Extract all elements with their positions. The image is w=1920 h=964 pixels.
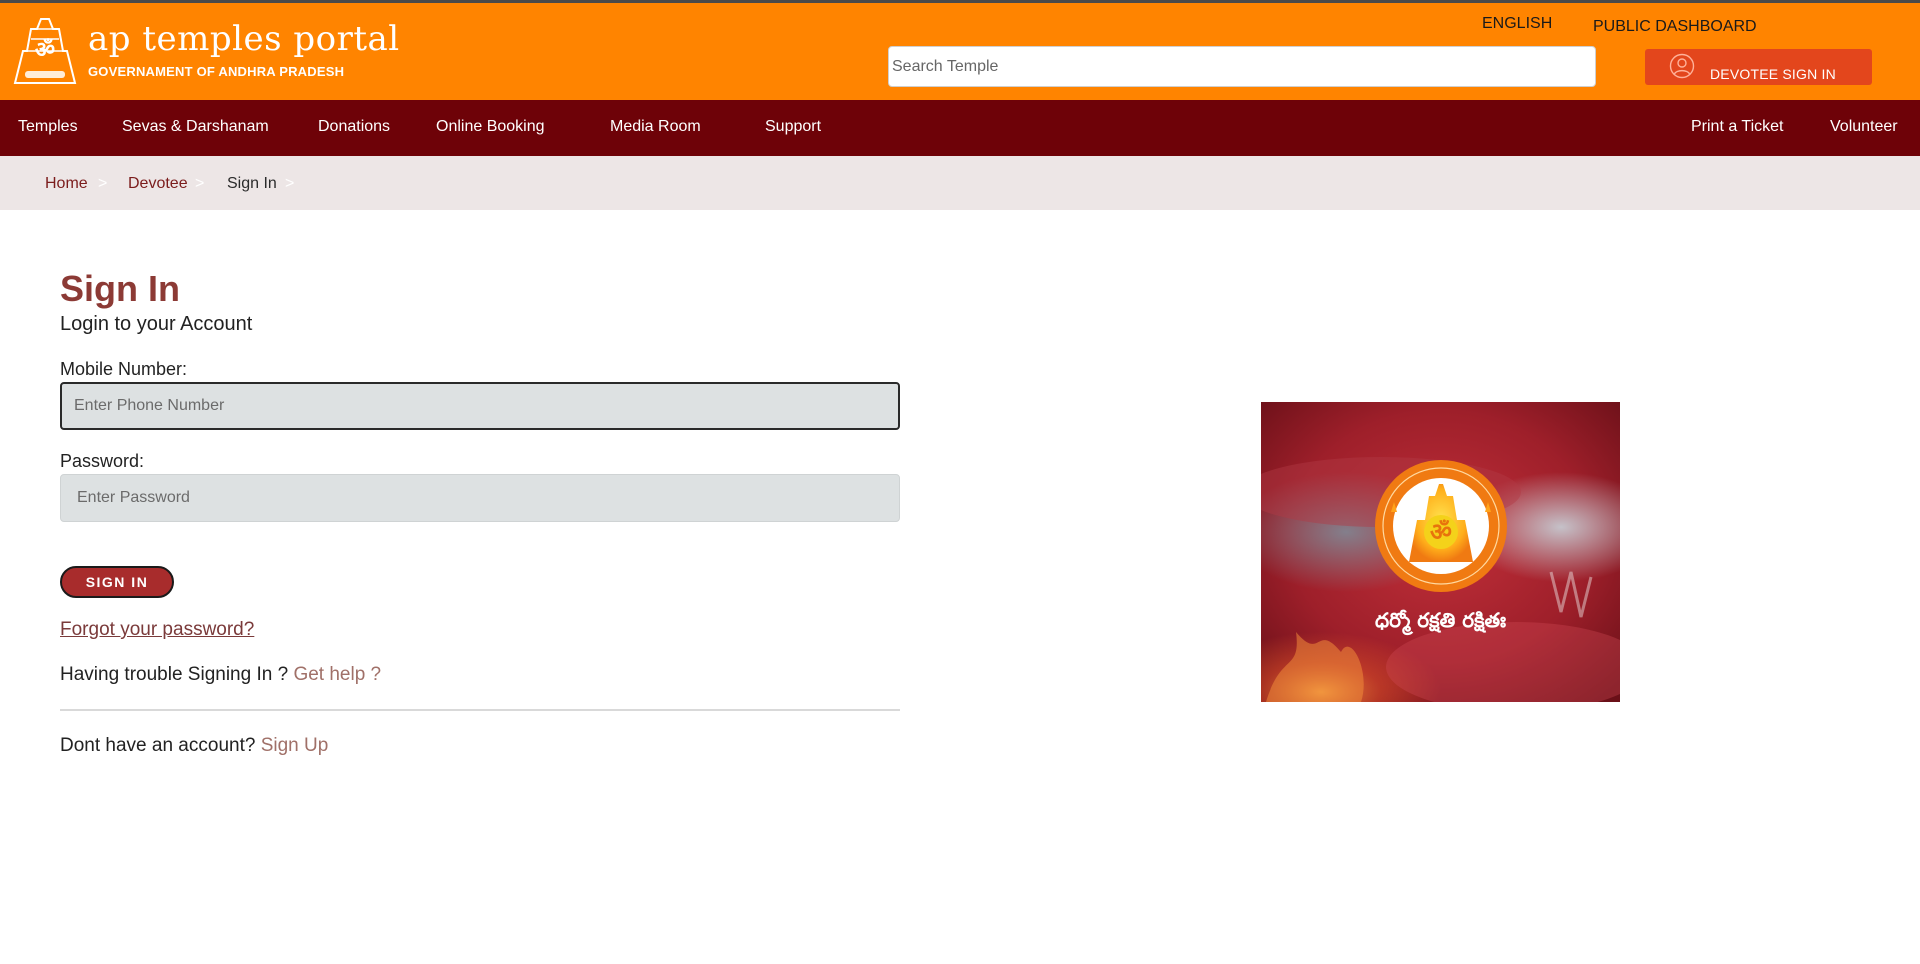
breadcrumb-devotee[interactable]: Devotee (128, 175, 188, 193)
trouble-text: Having trouble Signing In ? (60, 664, 289, 685)
sign-up-link[interactable]: Sign Up (261, 735, 329, 756)
password-label: Password: (60, 451, 145, 471)
main-nav: Temples Sevas & Darshanam Donations Onli… (0, 100, 1920, 156)
mobile-number-input[interactable] (60, 382, 900, 430)
nav-item-online-booking[interactable]: Online Booking (436, 118, 545, 136)
no-account-row: Dont have an account? Sign Up (60, 735, 328, 757)
brand-subtitle: GOVERNAMENT OF ANDHRA PRADESH (88, 64, 345, 79)
om-temple-emblem-icon: ॐ (1430, 518, 1452, 546)
nav-item-support[interactable]: Support (765, 118, 821, 136)
user-icon (1669, 53, 1695, 79)
temple-logo-icon[interactable]: ॐ (11, 15, 79, 85)
breadcrumb-separator: > (285, 175, 295, 192)
breadcrumb-separator: > (98, 175, 108, 192)
breadcrumb-sign-in: Sign In (227, 175, 277, 192)
nav-item-donations[interactable]: Donations (318, 118, 390, 136)
public-dashboard-link[interactable]: PUBLIC DASHBOARD (1593, 18, 1757, 36)
forgot-password-link[interactable]: Forgot your password? (60, 619, 254, 641)
nav-item-temples[interactable]: Temples (18, 118, 78, 136)
get-help-link[interactable]: Get help ? (293, 664, 381, 685)
no-account-text: Dont have an account? (60, 735, 256, 756)
breadcrumb: Home > Devotee > Sign In > (0, 156, 1920, 210)
page-subtitle: Login to your Account (60, 313, 253, 335)
password-input[interactable] (60, 474, 900, 522)
language-selector[interactable]: ENGLISH (1482, 15, 1552, 33)
nav-item-volunteer[interactable]: Volunteer (1830, 118, 1898, 136)
devotee-sign-in-button[interactable]: DEVOTEE SIGN IN (1645, 49, 1872, 85)
breadcrumb-home[interactable]: Home (45, 175, 88, 193)
search-temple-input[interactable] (888, 46, 1596, 87)
page-title: Sign In (60, 268, 180, 309)
brand-title[interactable]: ap temples portal (88, 19, 400, 59)
breadcrumb-separator: > (195, 175, 205, 192)
trouble-signing-in: Having trouble Signing In ? Get help ? (60, 664, 381, 686)
mobile-number-label: Mobile Number: (60, 359, 188, 379)
devotee-sign-in-label: DEVOTEE SIGN IN (1710, 66, 1836, 82)
svg-text:ॐ: ॐ (35, 38, 55, 63)
endowments-banner-image: ॐ ధర్మో రక్షతి రక్షితః (1261, 402, 1620, 702)
divider (60, 709, 900, 711)
site-header: ॐ ap temples portal GOVERNAMENT OF ANDHR… (0, 3, 1920, 100)
sign-in-button[interactable]: SIGN IN (60, 566, 174, 598)
banner-motto: ధర్మో రక్షతి రక్షితః (1374, 608, 1506, 632)
nav-item-media-room[interactable]: Media Room (610, 118, 701, 136)
nav-item-print-ticket[interactable]: Print a Ticket (1691, 118, 1783, 136)
nav-item-sevas-darshanam[interactable]: Sevas & Darshanam (122, 118, 269, 136)
